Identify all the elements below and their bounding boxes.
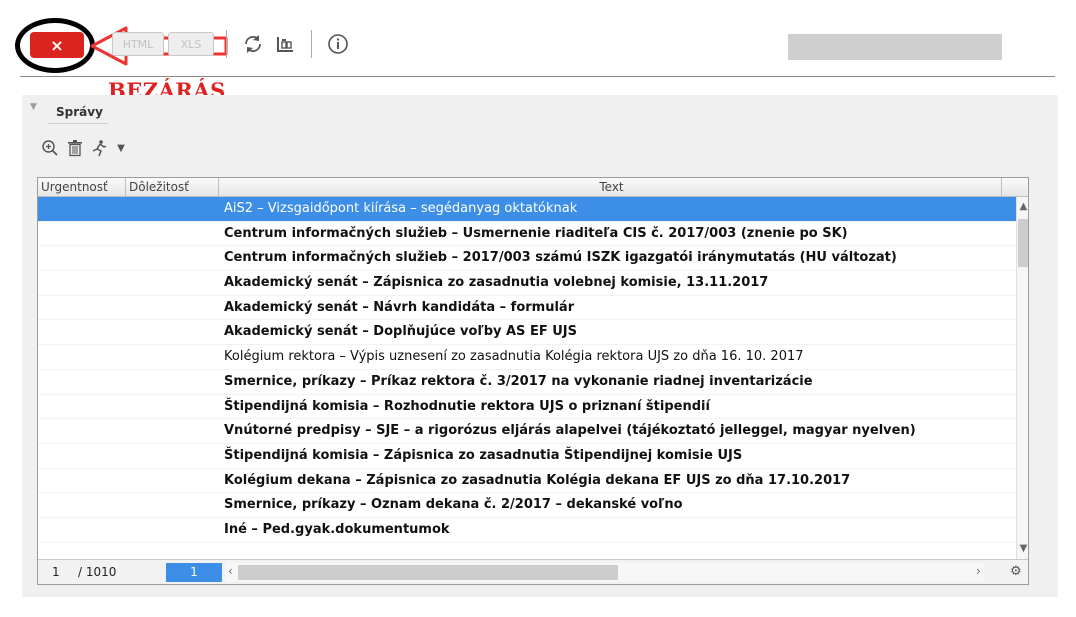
refresh-icon [245,35,261,53]
panel-header: ▼ Správy [22,95,1058,124]
row-text: Kolégium dekana – Zápisnica zo zasadnuti… [224,472,851,488]
column-header-urgency[interactable]: Urgentnosť [38,178,126,196]
zoom-in-icon [42,140,58,156]
export-html-button[interactable]: HTML [112,32,164,56]
table-row[interactable]: AiS2 – Vizsgaidőpont kiírása – segédanya… [38,197,1016,222]
hscrollbar-thumb[interactable] [238,565,618,580]
table-row[interactable]: Centrum informačných služieb – Usmerneni… [38,222,1016,247]
table-row[interactable]: Akademický senát – Zápisnica zo zasadnut… [38,271,1016,296]
row-text: Smernice, príkazy – Oznam dekana č. 2/20… [224,497,683,513]
column-header-text[interactable]: Text [219,178,1002,196]
table-row[interactable]: Štipendijná komisia – Zápisnica zo zasad… [38,444,1016,469]
trash-icon [68,140,82,157]
actions-dropdown[interactable]: ▼ [110,137,132,159]
page-number-input[interactable]: 1 [166,563,222,582]
row-text: Iné – Ped.gyak.dokumentumok [224,521,450,537]
close-button[interactable]: × [30,32,84,58]
toolbar-separator [311,30,312,58]
table-row[interactable]: Štipendijná komisia – Rozhodnutie rektor… [38,395,1016,420]
row-text: Smernice, príkazy – Príkaz rektora č. 3/… [224,373,813,389]
table-row[interactable]: Kolégium rektora – Výpis uznesení zo zas… [38,345,1016,370]
row-text: Štipendijná komisia – Rozhodnutie rektor… [224,398,710,414]
vertical-scrollbar[interactable]: ▲ ▼ [1016,197,1028,559]
table-body: AiS2 – Vizsgaidőpont kiírása – segédanya… [38,197,1016,559]
scrollbar-thumb[interactable] [1018,219,1028,267]
columns-icon [277,37,293,52]
table-header: Urgentnosť Dôležitosť Text [38,178,1028,197]
close-icon: × [50,35,64,55]
messages-panel: ▼ Správy ▼ Urgentnosť Dôležitosť Text Ai… [22,95,1058,597]
scroll-right-icon[interactable]: › [976,564,981,578]
table-row[interactable]: Kolégium dekana – Zápisnica zo zasadnuti… [38,469,1016,494]
zoom-button[interactable] [39,137,61,159]
table-row[interactable]: Smernice, príkazy – Oznam dekana č. 2/20… [38,493,1016,518]
table-row[interactable]: Centrum informačných služieb – 2017/003 … [38,246,1016,272]
row-text: Centrum informačných služieb – 2017/003 … [224,250,897,266]
running-person-icon [92,140,107,157]
total-pages: / 1010 [78,565,117,579]
panel-tab-underline [48,123,108,124]
column-header-importance[interactable]: Dôležitosť [126,178,219,196]
table-row[interactable]: Akademický senát – Návrh kandidáta – for… [38,296,1016,321]
table-row[interactable]: Vnútorné predpisy – SJE – a rigorózus el… [38,419,1016,444]
row-text: Akademický senát – Zápisnica zo zasadnut… [224,275,769,291]
messages-table: Urgentnosť Dôležitosť Text AiS2 – Vizsga… [37,177,1029,585]
scroll-up-icon[interactable]: ▲ [1017,201,1028,212]
horizontal-scrollbar[interactable]: ‹ › [226,563,984,582]
refresh-button[interactable] [241,32,265,56]
run-action-button[interactable] [88,137,110,159]
toolbar-divider [20,76,1055,77]
row-text: Štipendijná komisia – Zápisnica zo zasad… [224,447,743,463]
columns-button[interactable] [273,32,297,56]
gear-icon[interactable]: ⚙ [1010,564,1022,579]
row-text: AiS2 – Vizsgaidőpont kiírása – segédanya… [224,201,578,216]
info-button[interactable] [326,32,350,56]
row-text: Vnútorné predpisy – SJE – a rigorózus el… [224,423,916,439]
table-footer: 1 / 1010 1 ‹ › ⚙ [38,559,1028,584]
toolbar-separator [226,30,227,58]
row-text: Akademický senát – Návrh kandidáta – for… [224,299,575,315]
table-row[interactable]: Akademický senát – Doplňujúce voľby AS E… [38,320,1016,346]
collapse-icon[interactable]: ▼ [30,102,37,112]
info-icon [328,34,348,54]
row-text: Kolégium rektora – Výpis uznesení zo zas… [224,349,804,365]
row-text: Akademický senát – Doplňujúce voľby AS E… [224,324,577,340]
scroll-down-icon[interactable]: ▼ [1017,543,1028,554]
panel-title: Správy [56,105,103,119]
current-page: 1 [52,565,60,579]
table-row[interactable]: Smernice, príkazy – Príkaz rektora č. 3/… [38,370,1016,395]
export-xls-button[interactable]: XLS [168,32,214,56]
toolbar: × HTML XLS [0,0,1076,76]
row-text: Centrum informačných služieb – Usmerneni… [224,225,848,241]
chevron-down-icon: ▼ [117,142,125,154]
scroll-left-icon[interactable]: ‹ [228,564,233,578]
search-box[interactable] [788,34,1002,60]
delete-button[interactable] [64,137,86,159]
table-row[interactable]: Iné – Ped.gyak.dokumentumok [38,518,1016,543]
